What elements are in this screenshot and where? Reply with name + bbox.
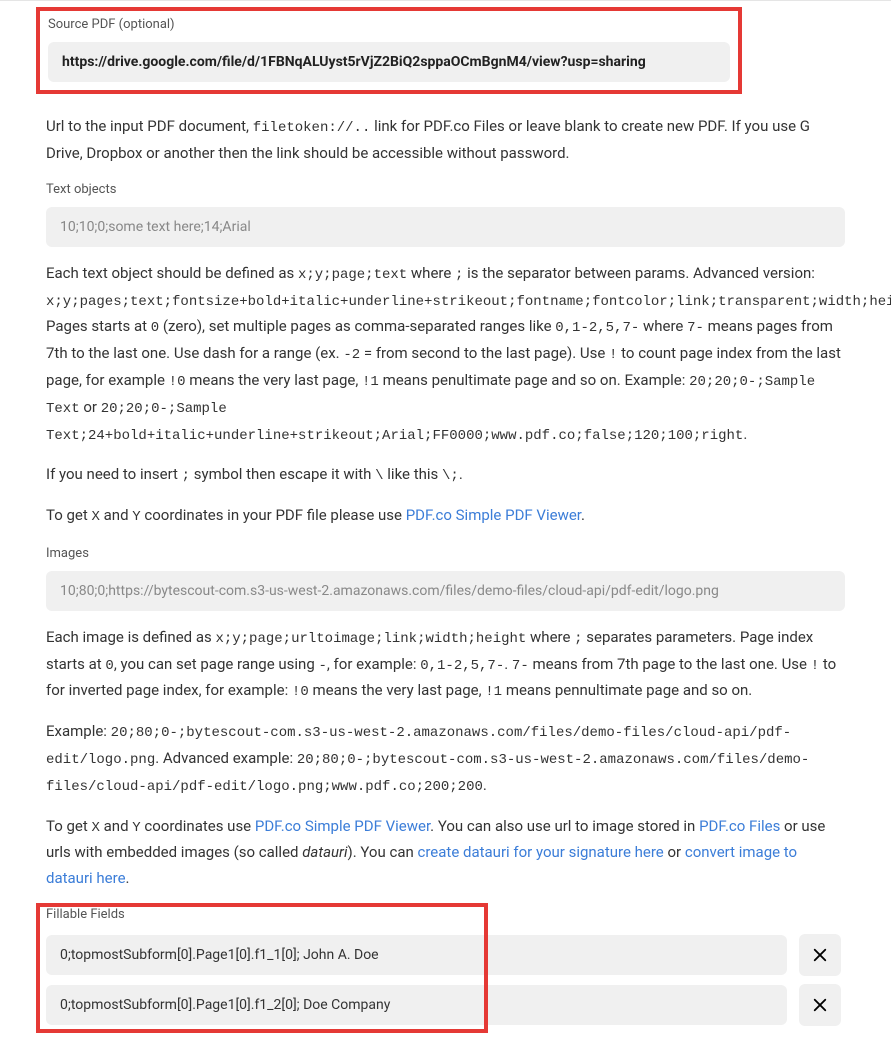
images-help: Each image is defined as x;y;page;urltoi…	[46, 625, 845, 892]
close-icon	[811, 996, 829, 1014]
pdf-viewer-link-2[interactable]: PDF.co Simple PDF Viewer	[255, 817, 430, 835]
text-objects-help: Each text object should be defined as x;…	[46, 261, 845, 530]
images-input[interactable]	[46, 571, 845, 611]
text-objects-group: Text objects	[46, 180, 845, 247]
fillable-row	[46, 984, 841, 1026]
fillable-fields-group: Fillable Fields	[46, 905, 845, 1026]
text-objects-input[interactable]	[46, 207, 845, 247]
remove-row-button[interactable]	[799, 984, 841, 1026]
fillable-fields-label: Fillable Fields	[46, 905, 845, 926]
fillable-field-input[interactable]	[46, 985, 787, 1025]
source-pdf-help: Url to the input PDF document, filetoken…	[46, 114, 845, 166]
text-objects-label: Text objects	[46, 180, 845, 201]
source-pdf-label: Source PDF (optional)	[48, 15, 730, 36]
filetoken-code: filetoken://..	[253, 120, 371, 136]
close-icon	[811, 946, 829, 964]
source-pdf-highlight: Source PDF (optional)	[36, 7, 742, 94]
images-label: Images	[46, 544, 845, 565]
source-pdf-input[interactable]	[48, 42, 730, 82]
pdf-viewer-link[interactable]: PDF.co Simple PDF Viewer	[406, 506, 581, 524]
fillable-row	[46, 934, 841, 976]
pdfco-files-link[interactable]: PDF.co Files	[699, 817, 780, 835]
images-group: Images	[46, 544, 845, 611]
fillable-field-input[interactable]	[46, 935, 787, 975]
remove-row-button[interactable]	[799, 934, 841, 976]
create-datauri-link[interactable]: create datauri for your signature here	[418, 843, 664, 861]
